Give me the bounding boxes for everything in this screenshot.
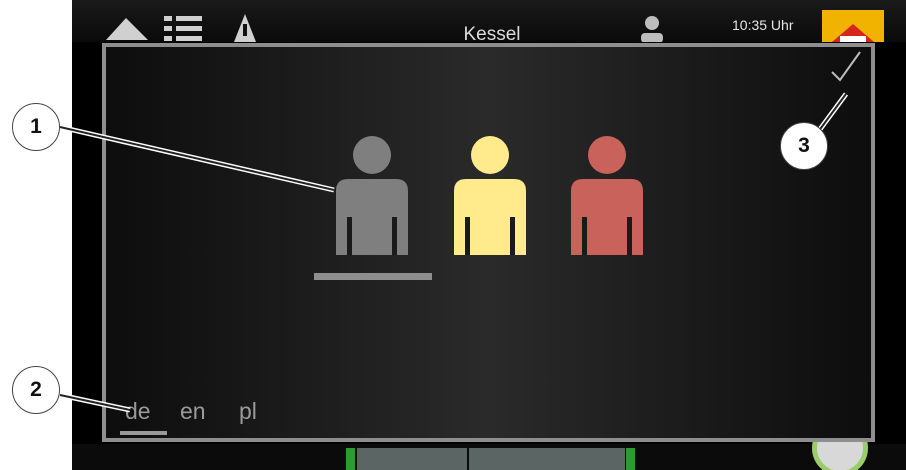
callout-2: 2 xyxy=(12,366,60,414)
callout-leaders xyxy=(59,92,849,413)
callout-3: 3 xyxy=(780,122,828,170)
callout-1: 1 xyxy=(12,103,60,151)
